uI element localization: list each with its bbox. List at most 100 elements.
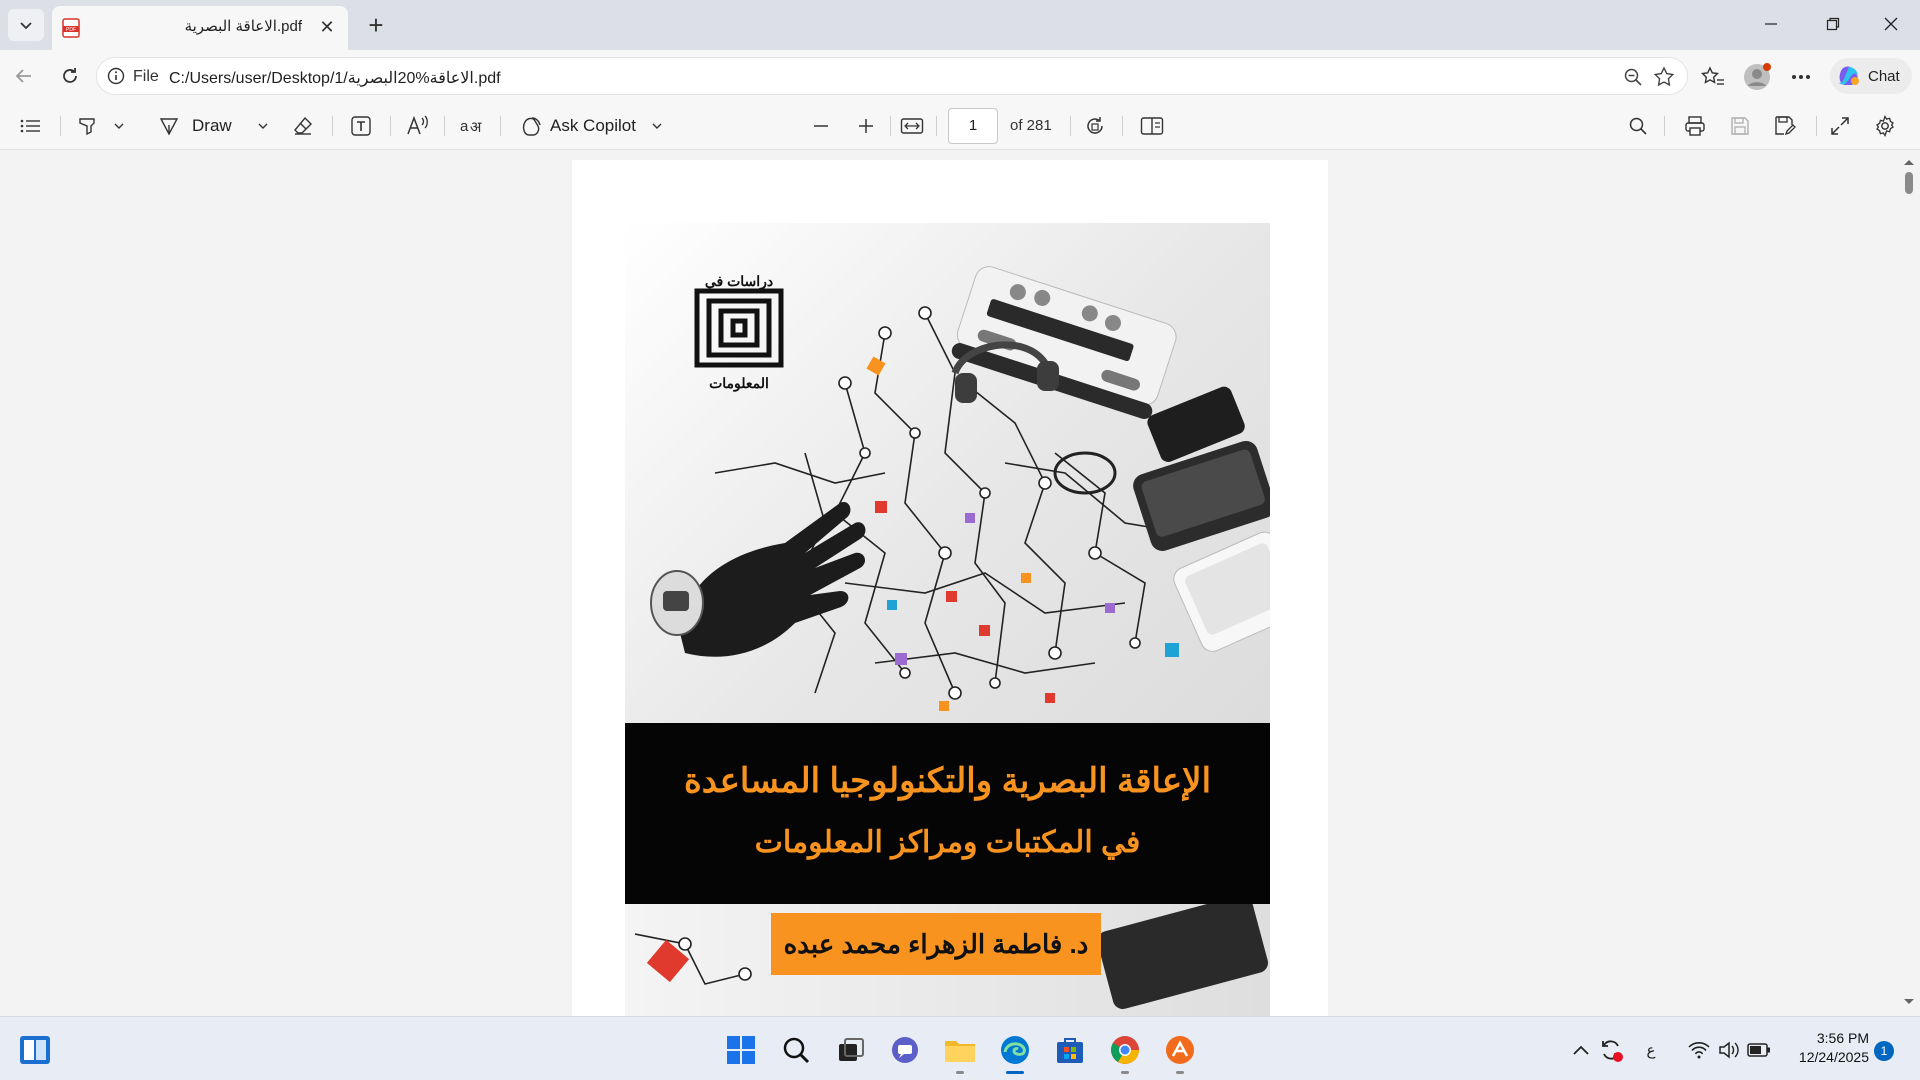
chrome-button[interactable]	[1108, 1033, 1142, 1067]
print-button[interactable]	[1684, 110, 1706, 142]
battery-icon	[1747, 1043, 1770, 1057]
avatar	[1744, 63, 1771, 90]
vertical-scrollbar[interactable]	[1898, 150, 1920, 1016]
zoom-in-button[interactable]	[857, 110, 875, 142]
widgets-button[interactable]	[18, 1033, 52, 1067]
app-button[interactable]	[1163, 1033, 1197, 1067]
copilot-icon	[1839, 66, 1859, 85]
minus-icon	[814, 125, 828, 127]
task-view-button[interactable]	[834, 1033, 868, 1067]
search-icon	[1629, 117, 1647, 135]
list-icon	[20, 119, 40, 133]
author-label: د. فاطمة الزهراء محمد عبده	[771, 913, 1101, 975]
sync-status-button[interactable]	[1594, 1033, 1628, 1067]
add-text-button[interactable]	[350, 110, 372, 142]
erase-button[interactable]	[292, 110, 314, 142]
url-scheme: File	[133, 68, 159, 85]
save-as-icon	[1775, 116, 1796, 136]
notification-badge[interactable]: 1	[1874, 1041, 1894, 1061]
url-text[interactable]: C:/Users/user/Desktop/1/الاعاقة%20البصري…	[169, 68, 501, 88]
text-box-icon	[351, 116, 371, 136]
chat-icon	[892, 1037, 918, 1063]
fullscreen-button[interactable]	[1830, 110, 1850, 142]
contents-button[interactable]	[20, 110, 42, 142]
tab-bar: PDF الاعاقة البصرية.pdf ✕ +	[0, 0, 1920, 50]
pdf-page: دراسات في المعلومات الإعاقة البصرية والت…	[572, 160, 1328, 1016]
clock[interactable]: 3:56 PM 12/24/2025	[1785, 1029, 1869, 1067]
scroll-down-icon[interactable]	[1898, 994, 1920, 1010]
edge-icon	[1001, 1036, 1029, 1064]
favorites-icon	[1701, 66, 1724, 85]
store-button[interactable]	[1053, 1033, 1087, 1067]
minimize-button[interactable]	[1742, 0, 1800, 48]
page-view-icon	[1140, 117, 1164, 135]
close-tab-icon[interactable]: ✕	[316, 16, 338, 38]
zoom-out-button[interactable]	[812, 110, 830, 142]
fit-to-width-button[interactable]	[900, 110, 924, 142]
save-as-button[interactable]	[1774, 110, 1796, 142]
ask-copilot-label: Ask Copilot	[550, 116, 636, 135]
zoom-icon[interactable]	[1623, 67, 1643, 87]
input-language-button[interactable]: ع	[1634, 1033, 1668, 1067]
translate-icon: aअ	[460, 118, 482, 136]
draw-button[interactable]: Draw	[158, 110, 270, 142]
taskbar: ع 3:56 PM 12/24/2025 1	[0, 1016, 1920, 1080]
rotate-button[interactable]	[1084, 110, 1106, 142]
restore-button[interactable]	[1804, 0, 1862, 48]
copilot-chat-button[interactable]: Chat	[1830, 58, 1912, 94]
favorite-star-icon[interactable]	[1653, 66, 1675, 88]
pdf-viewer[interactable]: دراسات في المعلومات الإعاقة البصرية والت…	[0, 150, 1920, 1016]
input-language-label: ع	[1646, 1042, 1656, 1059]
volume-button[interactable]	[1712, 1033, 1746, 1067]
translate-button[interactable]: aअ	[460, 110, 486, 142]
read-aloud-icon	[407, 115, 428, 135]
chrome-icon	[1111, 1036, 1139, 1064]
task-view-icon	[839, 1038, 864, 1061]
wifi-button[interactable]	[1682, 1033, 1716, 1067]
page-number-input[interactable]: 1	[948, 108, 998, 144]
chevron-down-icon	[652, 123, 662, 129]
scrollbar-thumb[interactable]	[1905, 172, 1913, 194]
svg-text:a: a	[460, 118, 469, 135]
tab-title: الاعاقة البصرية.pdf	[184, 18, 302, 35]
close-window-button[interactable]	[1862, 0, 1920, 48]
search-button[interactable]	[779, 1033, 813, 1067]
ask-copilot-button[interactable]: Ask Copilot	[520, 110, 664, 142]
tab-actions-button[interactable]	[8, 9, 44, 41]
teams-button[interactable]	[888, 1033, 922, 1067]
more-menu-button[interactable]	[1786, 62, 1816, 92]
find-button[interactable]	[1628, 110, 1648, 142]
address-input[interactable]: File C:/Users/user/Desktop/1/الاعاقة%20ا…	[96, 57, 1688, 95]
chevron-down-icon	[258, 123, 268, 129]
file-explorer-button[interactable]	[943, 1033, 977, 1067]
start-button[interactable]	[724, 1033, 758, 1067]
back-button[interactable]	[8, 60, 40, 92]
save-button[interactable]	[1730, 110, 1750, 142]
svg-text:PDF: PDF	[66, 27, 76, 33]
edge-button[interactable]	[998, 1033, 1032, 1067]
app-icon	[1166, 1036, 1194, 1064]
plus-icon	[859, 119, 873, 133]
refresh-button[interactable]	[54, 60, 86, 92]
favorites-button[interactable]	[1698, 62, 1728, 92]
show-hidden-icons-button[interactable]	[1564, 1033, 1598, 1067]
folder-icon	[945, 1041, 975, 1062]
info-icon[interactable]	[107, 67, 125, 85]
highlight-button[interactable]	[76, 110, 126, 142]
battery-button[interactable]	[1742, 1033, 1776, 1067]
chevron-down-icon	[114, 123, 124, 129]
read-aloud-button[interactable]	[406, 110, 430, 142]
settings-button[interactable]	[1874, 110, 1896, 142]
tab-active[interactable]: PDF الاعاقة البصرية.pdf ✕	[52, 6, 348, 50]
widgets-icon	[20, 1036, 50, 1064]
new-tab-button[interactable]: +	[360, 10, 392, 40]
book-subtitle: في المكتبات ومراكز المعلومات	[754, 826, 1141, 859]
chevron-up-icon	[1573, 1045, 1589, 1055]
scroll-up-icon[interactable]	[1898, 154, 1920, 170]
restore-icon	[1826, 17, 1840, 31]
eraser-icon	[294, 116, 312, 135]
active-indicator	[1006, 1071, 1024, 1074]
page-view-button[interactable]	[1140, 110, 1164, 142]
chevron-down-icon	[20, 22, 32, 30]
profile-button[interactable]	[1742, 62, 1772, 92]
